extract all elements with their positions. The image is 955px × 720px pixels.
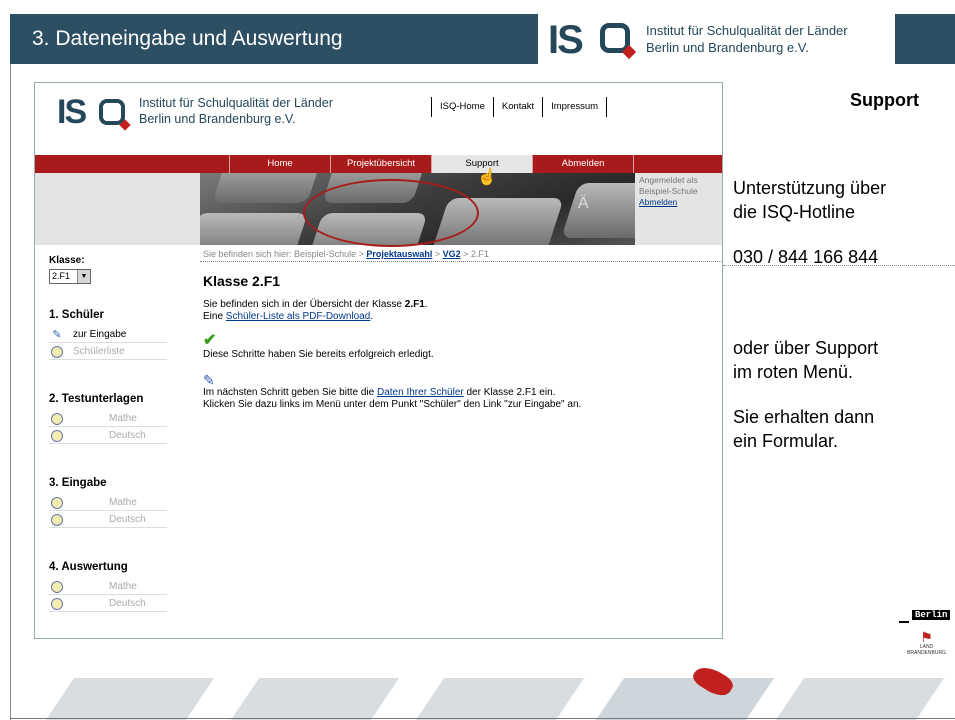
- decorative-stripe: [230, 678, 400, 720]
- breadcrumb-vg2[interactable]: VG2: [443, 249, 461, 259]
- decorative-stripe: [595, 678, 775, 720]
- clock-icon: [51, 430, 63, 442]
- section-testunterlagen: 2. Testunterlagen: [49, 393, 144, 405]
- page-title: Klasse 2.F1: [203, 273, 281, 289]
- highlight-ellipse: [303, 179, 479, 247]
- link-impressum[interactable]: Impressum: [542, 97, 608, 117]
- section-schueler: 1. Schüler: [49, 309, 104, 321]
- klasse-label: Klasse:: [49, 255, 85, 266]
- pdf-download-link[interactable]: Schüler-Liste als PDF-Download: [226, 311, 371, 322]
- main-nav: Home Projektübersicht Support Abmelden: [35, 155, 722, 173]
- link-kontakt[interactable]: Kontakt: [492, 97, 544, 117]
- breadcrumb-divider: [200, 261, 722, 262]
- web-isq-q-icon: [99, 99, 131, 131]
- pencil-icon: ✎: [203, 372, 215, 388]
- clock-icon: [51, 346, 63, 358]
- login-logout-link[interactable]: Abmelden: [639, 197, 677, 207]
- clock-icon: [51, 497, 63, 509]
- web-logo-text: Institut für Schulqualität der Länder Be…: [139, 96, 333, 126]
- keyboard-key: [561, 183, 635, 238]
- sidebar-item-test-deutsch: Deutsch: [49, 428, 167, 444]
- nav-projektuebersicht[interactable]: Projektübersicht: [330, 155, 431, 173]
- clock-icon: [51, 581, 63, 593]
- isq-header-logo: IS Institut für Schulqualität der Länder…: [538, 14, 895, 64]
- isq-logo-text: Institut für Schulqualität der Länder Be…: [646, 23, 848, 55]
- pencil-icon: ✎: [52, 329, 62, 341]
- sidebar-item-schuelerliste: Schülerliste: [49, 344, 167, 360]
- done-text: Diese Schritte haben Sie bereits erfolgr…: [203, 349, 434, 360]
- schueler-data-link[interactable]: Daten Ihrer Schüler: [377, 387, 464, 398]
- sidebar-item-eingabe-deutsch: Deutsch: [49, 512, 167, 528]
- brandenburg-logo: ⚑ LAND BRANDENBURG: [904, 630, 949, 666]
- berlin-logo: Berlin: [912, 610, 951, 620]
- nav-home[interactable]: Home: [229, 155, 330, 173]
- section-eingabe: 3. Eingabe: [49, 477, 107, 489]
- sidebar-item-auswertung-deutsch: Deutsch: [49, 596, 167, 612]
- klasse-select[interactable]: 2.F1 ▼: [49, 269, 91, 284]
- slide-title: 3. Dateneingabe und Auswertung: [32, 27, 343, 50]
- breadcrumb-projektauswahl[interactable]: Projektauswahl: [366, 249, 432, 259]
- sidebar-item-test-mathe: Mathe: [49, 411, 167, 427]
- nav-empty: [633, 155, 722, 173]
- nav-abmelden[interactable]: Abmelden: [532, 155, 633, 173]
- chevron-down-icon: ▼: [77, 270, 90, 283]
- keyboard-key: [212, 173, 323, 203]
- breadcrumb: Sie befinden sich hier: Beispiel-Schule …: [203, 249, 489, 259]
- isq-logo-letters: IS: [548, 18, 584, 62]
- keyboard-key-label: Ä: [578, 195, 589, 212]
- slide-header: 3. Dateneingabe und Auswertung IS Instit…: [10, 14, 955, 64]
- berlin-logo-icon: [899, 617, 909, 623]
- sidebar-item-auswertung-mathe: Mathe: [49, 579, 167, 595]
- slide-frame-bottom: [10, 718, 955, 719]
- next-step-text: Im nächsten Schritt geben Sie bitte die …: [203, 387, 556, 398]
- sidebar-item-eingabe-mathe: Mathe: [49, 495, 167, 511]
- checkmark-icon: ✔: [203, 332, 217, 349]
- top-links: ISQ-Home Kontakt Impressum: [431, 97, 608, 117]
- hotline-divider: [723, 265, 955, 266]
- website-screenshot: IS Institut für Schulqualität der Länder…: [34, 82, 723, 639]
- isq-q-icon: [600, 23, 637, 60]
- slide-frame-left: [10, 64, 11, 720]
- web-isq-letters: IS: [57, 93, 87, 131]
- keyboard-key: [200, 213, 308, 245]
- eagle-icon: ⚑: [920, 629, 933, 645]
- link-isq-home[interactable]: ISQ-Home: [431, 97, 494, 117]
- decorative-stripe: [45, 678, 215, 720]
- support-menu-text: oder über Support im roten Menü.: [733, 338, 879, 382]
- decorative-stripe: [415, 678, 585, 720]
- hand-cursor-icon: ☝: [477, 169, 497, 186]
- clock-icon: [51, 514, 63, 526]
- form-text: Sie erhalten dann ein Formular.: [733, 407, 875, 451]
- clock-icon: [51, 413, 63, 425]
- hotline-text: Unterstützung über die ISQ-Hotline: [733, 178, 887, 222]
- login-info: Angemeldet als Beispiel-Schule Abmelden: [639, 175, 698, 207]
- decorative-stripe: [775, 678, 945, 720]
- pdf-line: Eine Schüler-Liste als PDF-Download.: [203, 311, 374, 322]
- web-header: IS Institut für Schulqualität der Länder…: [35, 83, 722, 157]
- support-heading: Support: [850, 90, 919, 110]
- clock-icon: [51, 598, 63, 610]
- section-auswertung: 4. Auswertung: [49, 561, 128, 573]
- main-content: Klasse 2.F1 Sie befinden sich in der Übe…: [203, 273, 703, 411]
- sidebar-item-zur-eingabe[interactable]: ✎ zur Eingabe: [49, 327, 167, 343]
- next-step-text-2: Klicken Sie dazu links im Menü unter dem…: [203, 399, 582, 410]
- intro-text: Sie befinden sich in der Übersicht der K…: [203, 299, 428, 310]
